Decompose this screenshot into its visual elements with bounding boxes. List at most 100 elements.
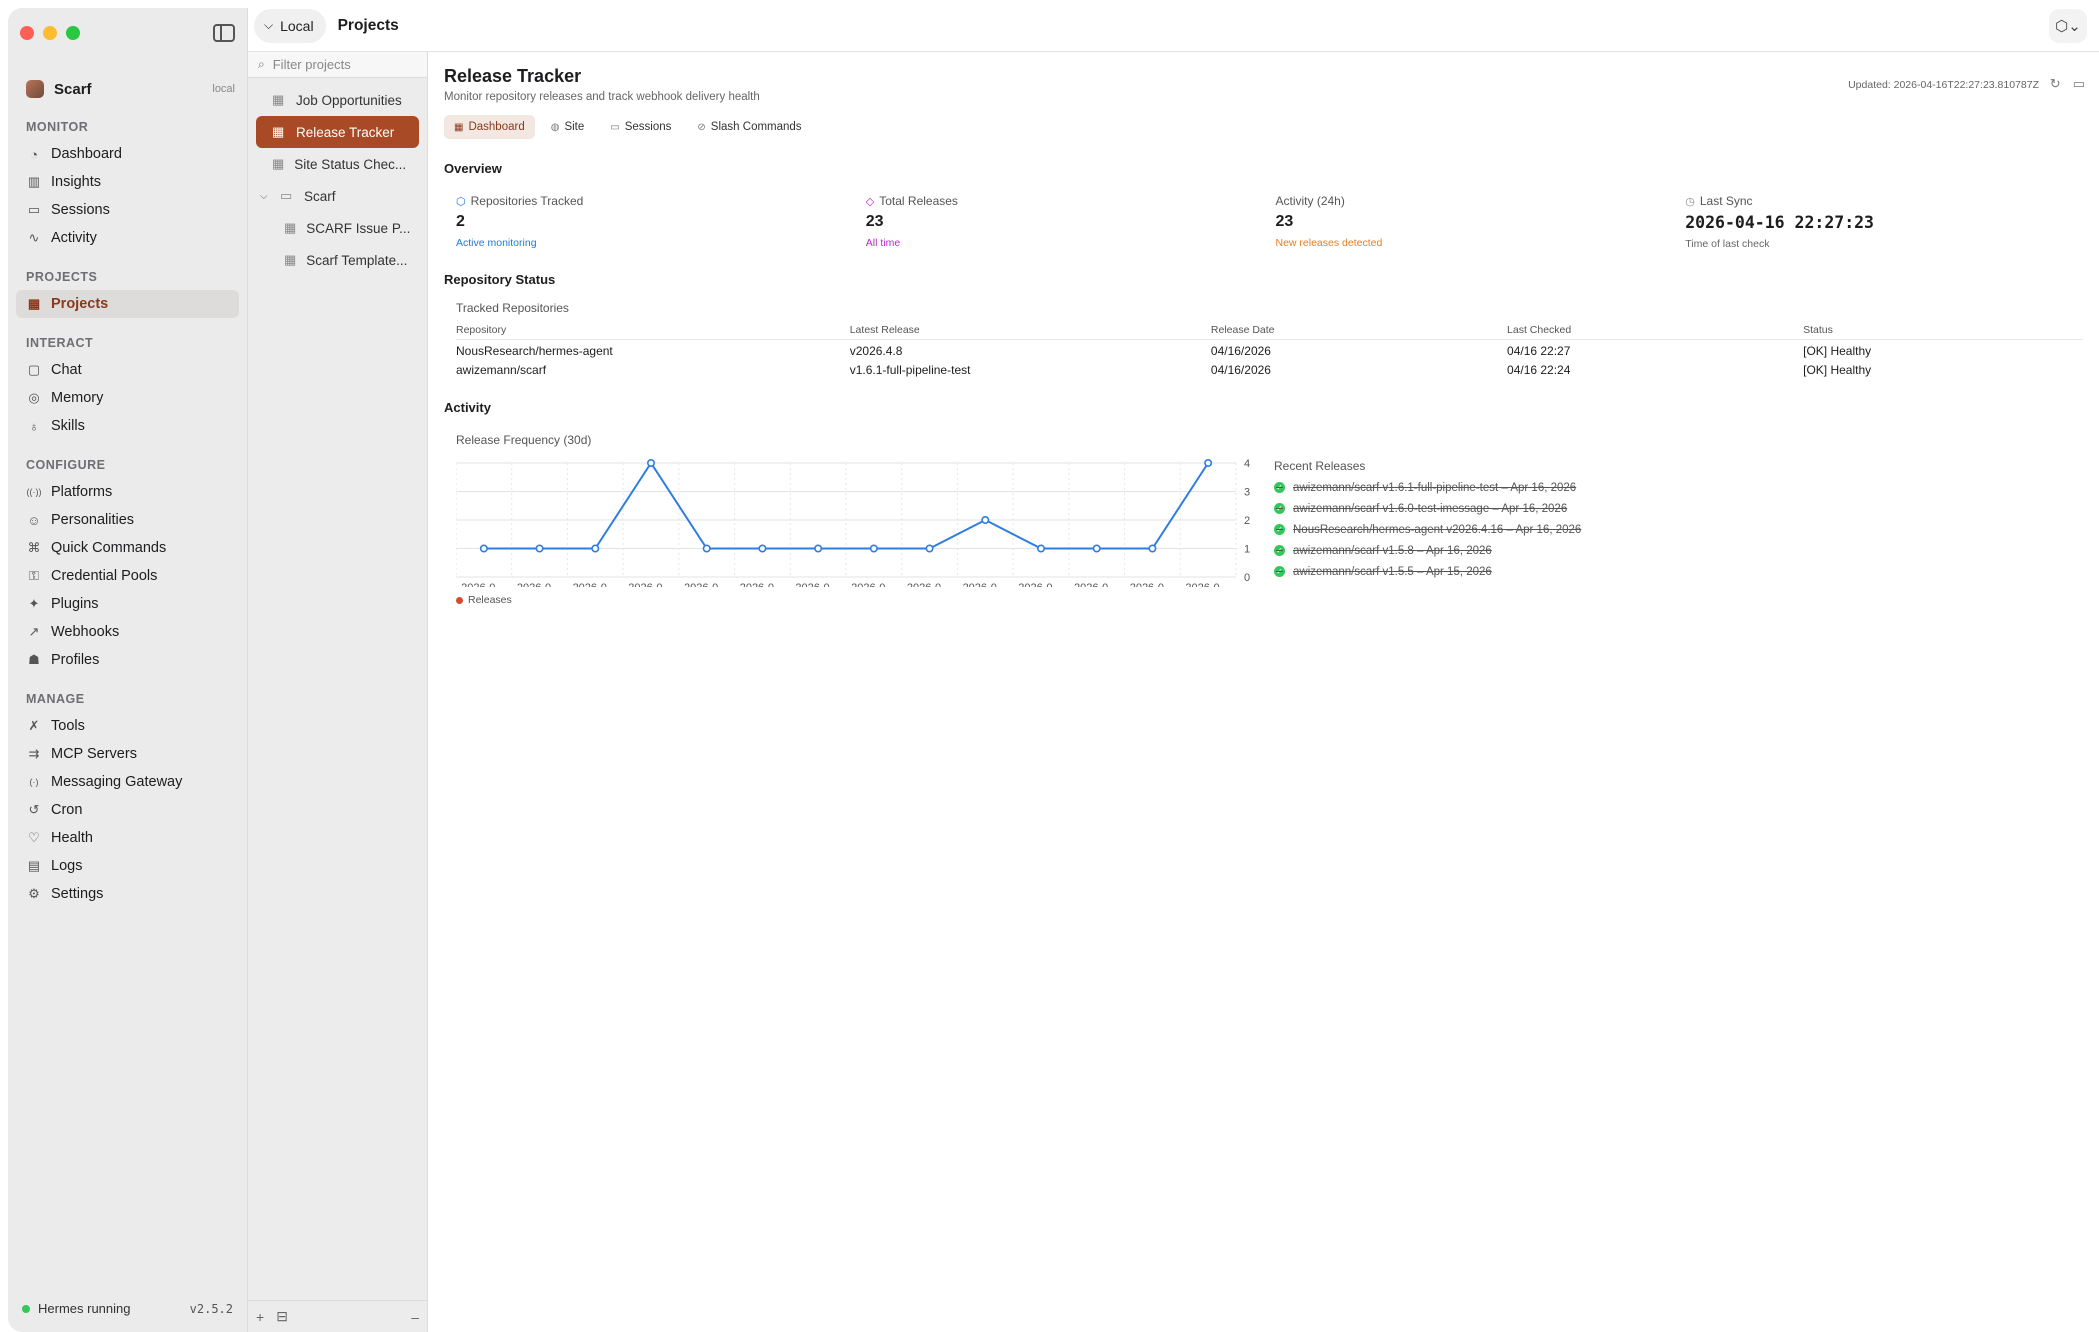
table-body: NousResearch/hermes-agent v2026.4.8 04/16/…: [456, 340, 2083, 379]
legend-label: Releases: [468, 594, 512, 606]
sidebar-item-logs[interactable]: ▤ Logs: [16, 852, 239, 880]
filter-field[interactable]: ⌕ Filter projects: [248, 52, 427, 78]
folder-icon[interactable]: ▭: [2073, 76, 2085, 92]
remove-project-button[interactable]: –: [411, 1309, 419, 1325]
project-dashboard: Release Tracker Monitor repository relea…: [428, 52, 2099, 1332]
x-tick-label: 2026-0...: [907, 582, 950, 587]
sidebar-toggle-icon[interactable]: [213, 24, 235, 42]
table-row[interactable]: awizemann/scarf v1.6.1-full-pipeline-test…: [456, 359, 2083, 378]
sidebar-item-personalities[interactable]: ☺ Personalities: [16, 506, 239, 534]
sidebar-item-label: Plugins: [51, 596, 99, 612]
projects-panel: ⌕ Filter projects ▦ Job Opportunities ▦ Rel…: [248, 52, 428, 1332]
sidebar-item-activity[interactable]: ∿ Activity: [16, 224, 239, 252]
recent-release-item[interactable]: ✓ awizemann/scarf v1.5.8 – Apr 16, 2026: [1274, 540, 1581, 561]
project-item[interactable]: ▦ Job Opportunities: [256, 84, 419, 116]
stat-label: Activity (24h): [1276, 194, 1674, 208]
cube-icon: ⬡⌄: [2055, 18, 2081, 35]
grid-icon: ▦: [284, 252, 297, 267]
sidebar-item-cron[interactable]: ↺ Cron: [16, 796, 239, 824]
sidebar-item-tools[interactable]: ✗ Tools: [16, 712, 239, 740]
tab-label: Slash Commands: [710, 121, 802, 133]
overview-heading: Overview: [444, 161, 502, 176]
x-tick-label: 2026-0...: [461, 582, 504, 587]
stat-label-text: Last Sync: [1699, 194, 1753, 208]
sidebar-item-quick-commands[interactable]: ⌘ Quick Commands: [16, 534, 239, 562]
checkmark-icon: ✓: [1274, 566, 1285, 577]
sidebar-item-label: Memory: [51, 390, 104, 406]
project-item[interactable]: ▦ Scarf Template...: [256, 244, 419, 276]
sidebar-item-credential-pools[interactable]: ⚿ Credential Pools: [16, 562, 239, 590]
close-window-button[interactable]: [20, 26, 34, 40]
archive-project-button[interactable]: ⊟: [276, 1308, 288, 1325]
data-point: [869, 544, 878, 553]
table-caption: Tracked Repositories: [456, 301, 569, 315]
project-item[interactable]: ▦ Site Status Chec...: [256, 148, 419, 180]
sidebar-item-insights[interactable]: ▥ Insights: [16, 168, 239, 196]
column-header: Repository: [456, 321, 850, 340]
sidebar-item-plugins[interactable]: ✦ Plugins: [16, 590, 239, 618]
recent-release-item[interactable]: ✓ NousResearch/hermes-agent v2026.4.16 – …: [1274, 519, 1581, 540]
project-item[interactable]: ▦ SCARF Issue P...: [256, 212, 419, 244]
data-point: [1036, 544, 1045, 553]
repository-table: Repository Latest Release Release Date Last…: [456, 321, 2083, 378]
sidebar-item-health[interactable]: ♡ Health: [16, 824, 239, 852]
nav-section-configure: CONFIGURE: [26, 458, 106, 472]
stat-label: ◇ Total Releases: [866, 194, 1264, 208]
project-item[interactable]: ⌵ ▭ Scarf: [256, 180, 419, 212]
table-row[interactable]: NousResearch/hermes-agent v2026.4.8 04/16/…: [456, 340, 2083, 360]
chart-svg: 0 1 2 3 4 2026-0... 2026-0... 2026-0... 2026-0..…: [455, 458, 1250, 594]
sidebar-item-sessions[interactable]: ▭ Sessions: [16, 196, 239, 224]
grid-icon: ▦: [27, 296, 41, 311]
project-item[interactable]: ▦ Release Tracker: [256, 116, 419, 148]
column-header: Last Checked: [1507, 321, 1804, 340]
webhook-icon: ↗: [28, 624, 40, 639]
recent-release-item[interactable]: ✓ awizemann/scarf v1.6.1-full-pipeline-te…: [1274, 477, 1581, 498]
sidebar-item-platforms[interactable]: ((·)) Platforms: [16, 478, 239, 506]
profile-tag: local: [212, 83, 235, 95]
sidebar-item-label: Dashboard: [51, 146, 122, 162]
sidebar-item-dashboard[interactable]: ◔ Dashboard: [16, 140, 239, 168]
table-cell: 04/16 22:27: [1507, 344, 1571, 358]
sidebar-item-mcp-servers[interactable]: ⇉ MCP Servers: [16, 740, 239, 768]
checkmark-icon: ✓: [1274, 524, 1285, 535]
tab-dashboard[interactable]: ▦ Dashboard: [444, 115, 535, 139]
sidebar-item-memory[interactable]: ◎ Memory: [16, 384, 239, 412]
sidebar-item-settings[interactable]: ⚙ Settings: [16, 880, 239, 908]
refresh-icon[interactable]: ↻: [2050, 76, 2061, 92]
sidebar-item-projects[interactable]: ▦ Projects: [16, 290, 239, 318]
sidebar-item-webhooks[interactable]: ↗ Webhooks: [16, 618, 239, 646]
chevron-down-icon[interactable]: ⌵: [260, 191, 274, 202]
recent-release-item[interactable]: ✓ awizemann/scarf v1.6.0-test-imessage – …: [1274, 498, 1581, 519]
data-point: [1148, 544, 1157, 553]
sidebar-item-chat[interactable]: ▢ Chat: [16, 356, 239, 384]
stat-icon: ◇: [865, 195, 875, 208]
tab-sessions[interactable]: ▭ Sessions: [600, 115, 681, 139]
project-label: SCARF Issue P...: [306, 220, 411, 236]
tab-site[interactable]: ◍ Site: [541, 115, 595, 139]
sidebar-item-messaging-gateway[interactable]: (·) Messaging Gateway: [16, 768, 239, 796]
tab-slash-commands[interactable]: ⊘ Slash Commands: [687, 115, 811, 139]
stat-label: ◷ Last Sync: [1685, 194, 2083, 208]
recent-release-item[interactable]: ✓ awizemann/scarf v1.5.5 – Apr 15, 2026: [1274, 561, 1581, 582]
minimize-window-button[interactable]: [43, 26, 57, 40]
puzzle-icon: ✦: [28, 596, 40, 611]
sidebar-item-profiles[interactable]: ☗ Profiles: [16, 646, 239, 674]
zoom-window-button[interactable]: [66, 26, 80, 40]
data-point: [702, 544, 711, 553]
server-status: Hermes running v2.5.2: [22, 1301, 233, 1316]
table-cell: NousResearch/hermes-agent: [456, 344, 613, 358]
grid-icon: ▦: [284, 220, 297, 235]
clock-history-icon: ↺: [28, 802, 40, 817]
location-dropdown[interactable]: ⌵ Local: [254, 8, 326, 43]
profile-switcher[interactable]: Scarf local: [26, 80, 235, 98]
sidebar-item-label: MCP Servers: [51, 746, 137, 762]
add-project-button[interactable]: +: [256, 1309, 264, 1325]
tab-label: Sessions: [624, 121, 672, 133]
sidebar-item-skills[interactable]: ♁ Skills: [16, 412, 239, 440]
column-header: Status: [1803, 321, 2083, 340]
repository-status-heading: Repository Status: [444, 272, 556, 287]
package-menu-button[interactable]: ⬡⌄: [2049, 9, 2087, 43]
y-tick-label: 4: [1244, 458, 1250, 470]
y-tick-label: 1: [1244, 544, 1250, 556]
stat-icon: ◷: [1685, 195, 1695, 208]
